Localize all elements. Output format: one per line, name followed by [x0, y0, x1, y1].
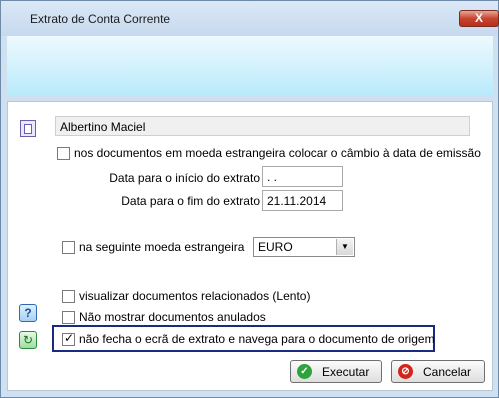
show-related-option[interactable]: visualizar documentos relacionados (Lent… — [62, 289, 310, 303]
currency-option[interactable]: na seguinte moeda estrangeira — [62, 240, 244, 254]
close-icon: X — [474, 11, 483, 25]
keep-open-checkbox[interactable] — [62, 331, 75, 346]
foreign-rate-label: nos documentos em moeda estrangeira colo… — [74, 146, 481, 160]
end-date-value: 21.11.2014 — [267, 194, 327, 208]
keep-open-label: não fecha o ecrã de extrato e navega par… — [79, 332, 435, 346]
start-date-value: . . — [267, 170, 278, 184]
cancel-button[interactable]: ⊘ Cancelar — [391, 360, 485, 383]
start-date-label: Data para o início do extrato — [109, 171, 260, 185]
help-icon[interactable]: ? — [19, 304, 37, 322]
currency-label: na seguinte moeda estrangeira — [79, 240, 245, 254]
book-icon[interactable] — [20, 120, 36, 137]
cancel-label: Cancelar — [423, 364, 472, 379]
start-date-input[interactable]: . . — [262, 166, 343, 187]
currency-select[interactable]: EURO ▼ — [253, 237, 355, 257]
chevron-down-icon[interactable]: ▼ — [336, 239, 353, 255]
foreign-rate-checkbox[interactable] — [57, 146, 70, 160]
end-date-label: Data para o fim do extrato — [121, 194, 260, 208]
show-related-checkbox[interactable] — [62, 289, 75, 303]
close-button[interactable]: X — [459, 10, 499, 27]
cancel-circle-icon: ⊘ — [398, 364, 413, 379]
currency-selected: EURO — [258, 240, 293, 254]
show-related-label: visualizar documentos relacionados (Lent… — [79, 289, 311, 303]
account-name-field: Albertino Maciel — [55, 116, 470, 136]
hide-cancelled-option[interactable]: Não mostrar documentos anulados — [62, 310, 266, 324]
check-circle-icon: ✓ — [297, 364, 312, 379]
end-date-input[interactable]: 21.11.2014 — [262, 190, 343, 211]
foreign-rate-option[interactable]: nos documentos em moeda estrangeira colo… — [57, 146, 481, 160]
window-title: Extrato de Conta Corrente — [30, 12, 171, 26]
execute-button[interactable]: ✓ Executar — [290, 360, 382, 383]
account-name: Albertino Maciel — [60, 120, 146, 134]
header-banner — [7, 36, 493, 96]
title-bar[interactable]: Extrato de Conta Corrente X — [1, 1, 499, 36]
currency-checkbox[interactable] — [62, 240, 75, 254]
execute-label: Executar — [322, 364, 370, 379]
hide-cancelled-checkbox[interactable] — [62, 310, 75, 324]
keep-open-option[interactable]: não fecha o ecrã de extrato e navega par… — [62, 331, 435, 346]
refresh-icon[interactable]: ↻ — [19, 331, 37, 349]
hide-cancelled-label: Não mostrar documentos anulados — [79, 310, 266, 324]
